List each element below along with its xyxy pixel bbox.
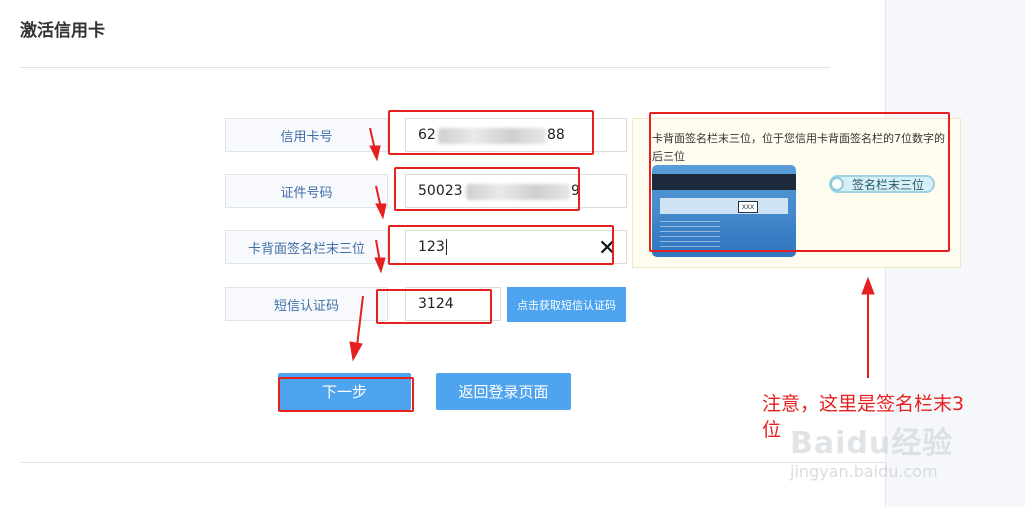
arrow-head-icon <box>369 145 381 162</box>
bottom-divider <box>20 462 885 463</box>
arrow-icon <box>356 295 364 347</box>
arrow-head-icon <box>375 203 387 220</box>
arrow-head-icon <box>374 257 386 274</box>
watermark-url: jingyan.baidu.com <box>790 462 938 481</box>
arrow-head-icon <box>349 341 363 362</box>
arrow-head-icon <box>861 276 875 295</box>
watermark-logo: Baidu经验 <box>790 426 954 461</box>
